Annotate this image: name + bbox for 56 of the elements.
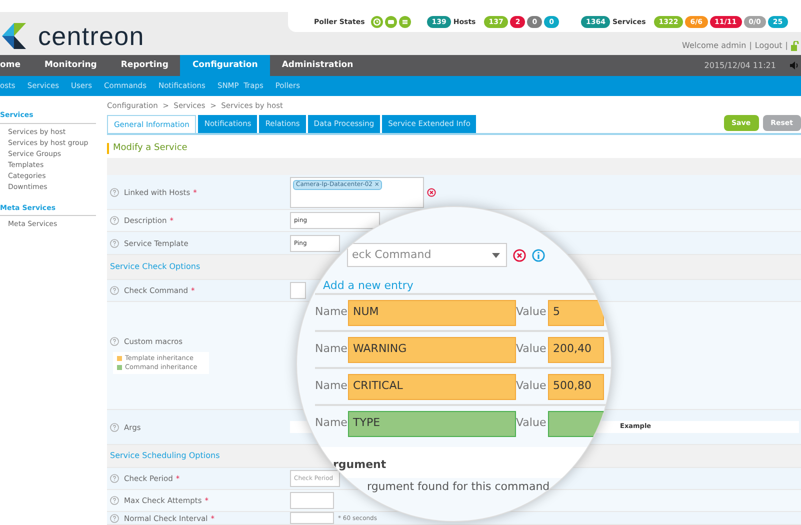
- help-icon: [110, 188, 119, 196]
- info-icon: [532, 248, 545, 262]
- help-icon: [110, 216, 119, 225]
- list-icon[interactable]: [398, 16, 411, 28]
- clock-icon[interactable]: [370, 16, 383, 28]
- menu-tab[interactable]: ome: [0, 55, 32, 76]
- macro-name-field[interactable]: WARNING: [348, 336, 516, 362]
- form-title: Modify a Service: [107, 143, 801, 154]
- logout-link[interactable]: Logout: [754, 40, 782, 52]
- lock-icon: [791, 41, 799, 51]
- text-field[interactable]: [290, 512, 334, 524]
- add-entry-link[interactable]: Add a new entry: [323, 279, 414, 293]
- macro-name-field[interactable]: CRITICAL: [348, 374, 516, 400]
- menu-tab[interactable]: Reporting: [108, 55, 180, 76]
- macro-value-field[interactable]: 5: [548, 300, 604, 326]
- select-placeholder: eck Command: [352, 246, 432, 263]
- value-label: Value: [516, 304, 548, 320]
- menu-tab[interactable]: Administration: [270, 55, 366, 76]
- separator: |: [785, 40, 788, 52]
- value-label: Value: [516, 341, 548, 358]
- help-icon: [110, 286, 119, 295]
- macro-value-field[interactable]: 500,80: [548, 374, 604, 400]
- macro-name-field[interactable]: TYPE: [348, 410, 516, 436]
- help-icon: [110, 474, 119, 483]
- text-field[interactable]: [290, 282, 306, 299]
- command-select[interactable]: eck Command: [347, 243, 507, 267]
- name-label: Name: [315, 304, 348, 320]
- speaker-icon: [790, 61, 799, 70]
- name-label: Name: [315, 341, 348, 358]
- date-time: 2015/12/04 11:21: [704, 60, 776, 72]
- value-label: Value: [516, 415, 548, 432]
- section-title: Service Scheduling Options: [109, 450, 220, 462]
- clear-icon: [513, 248, 526, 262]
- macro-name-field[interactable]: NUM: [348, 300, 516, 326]
- name-label: Name: [315, 378, 348, 394]
- section-title: Service Check Options: [109, 261, 200, 273]
- argument-empty-text: rgument found for this command: [367, 479, 550, 495]
- value-label: Value: [516, 378, 548, 394]
- help-icon: [110, 422, 119, 432]
- text-field[interactable]: [290, 492, 334, 509]
- help-icon: [110, 514, 119, 522]
- macro-value-field[interactable]: 200,40: [548, 336, 604, 362]
- drive-icon[interactable]: [384, 16, 397, 28]
- caret-icon: [492, 252, 500, 258]
- help-icon: [110, 337, 119, 346]
- clear-icon: [427, 188, 436, 196]
- separator: |: [749, 40, 752, 52]
- welcome-text: Welcome admin: [682, 40, 746, 52]
- menu-tab[interactable]: Monitoring: [32, 55, 109, 76]
- help-icon: [110, 496, 119, 505]
- argument-heading: rgument: [333, 458, 386, 471]
- name-label: Name: [315, 415, 348, 432]
- macro-value-field[interactable]: [548, 410, 604, 436]
- menu-tab[interactable]: Configuration: [180, 55, 270, 76]
- help-icon: [110, 238, 119, 248]
- logo-text: centreon: [38, 22, 144, 48]
